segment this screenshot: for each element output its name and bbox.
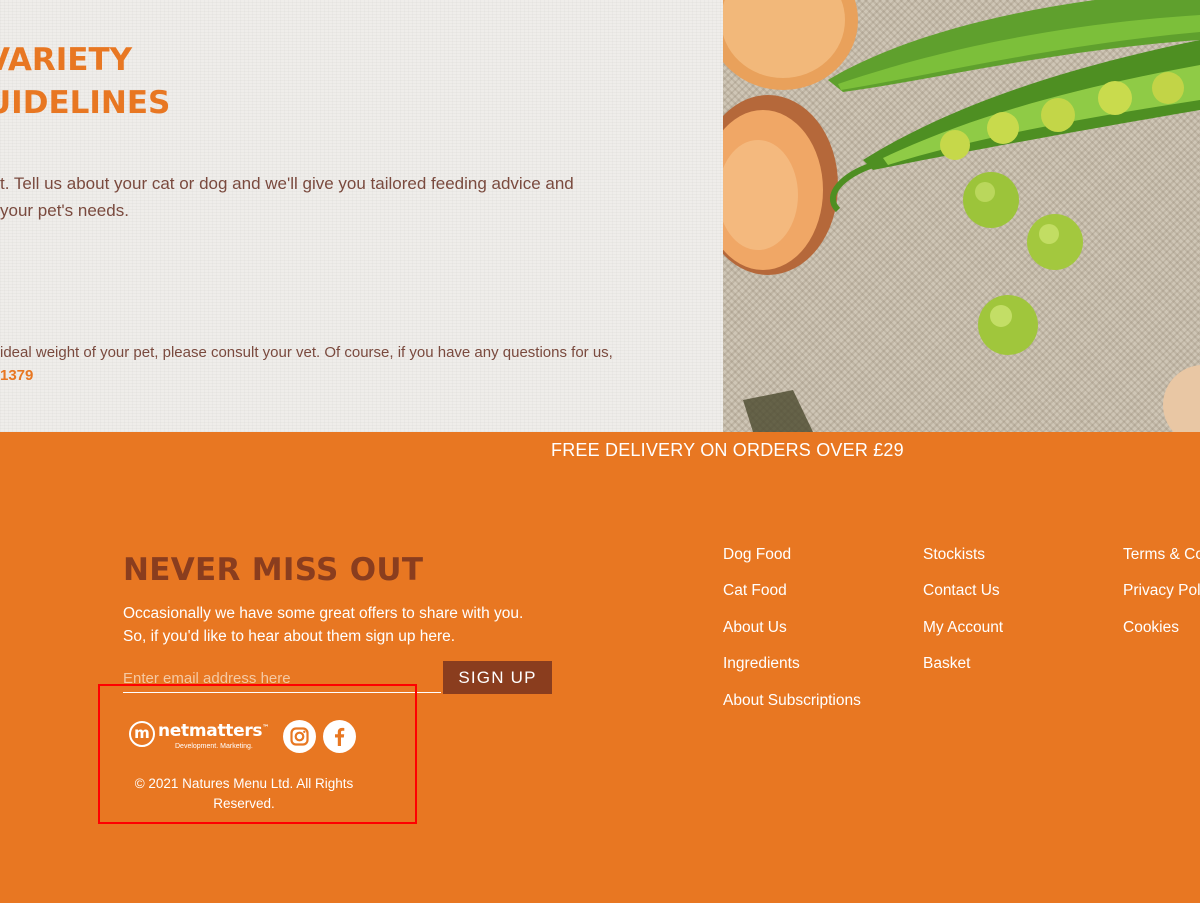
netmatters-mark-icon: m xyxy=(129,721,155,747)
newsletter-title: NEVER MISS OUT xyxy=(123,552,424,588)
delivery-banner-text: FREE DELIVERY ON ORDERS OVER £29 xyxy=(551,440,904,460)
sweet-potato-peas-illustration xyxy=(698,0,1200,432)
footer-link-privacy[interactable]: Privacy Poli xyxy=(1123,582,1200,600)
hero-section: VARIETY UIDELINES t. Tell us about your … xyxy=(0,0,1200,432)
copyright-line1: © 2021 Natures Menu Ltd. All Rights xyxy=(134,776,354,791)
hero-heading-line1: VARIETY xyxy=(0,42,133,78)
instagram-icon[interactable] xyxy=(283,720,316,753)
footer-link-ingredients[interactable]: Ingredients xyxy=(723,655,800,673)
facebook-icon[interactable] xyxy=(323,720,356,753)
newsletter-copy-line1: Occasionally we have some great offers t… xyxy=(123,605,524,622)
phone-number-link[interactable]: 1379 xyxy=(0,367,33,384)
newsletter-copy-line2: So, if you'd like to hear about them sig… xyxy=(123,628,456,645)
hero-body-line2: your pet's needs. xyxy=(0,201,129,220)
hero-note-line1: ideal weight of your pet, please consult… xyxy=(0,344,613,361)
footer-link-stockists[interactable]: Stockists xyxy=(923,546,985,564)
hero-text-panel: VARIETY UIDELINES t. Tell us about your … xyxy=(0,0,723,432)
footer-link-about-subscriptions[interactable]: About Subscriptions xyxy=(723,692,861,710)
footer-link-cat-food[interactable]: Cat Food xyxy=(723,582,787,600)
copyright-line2: Reserved. xyxy=(213,796,275,811)
footer-link-basket[interactable]: Basket xyxy=(923,655,970,673)
hero-heading-line2: UIDELINES xyxy=(0,85,171,121)
footer-link-terms[interactable]: Terms & Co xyxy=(1123,546,1200,564)
footer-link-my-account[interactable]: My Account xyxy=(923,619,1003,637)
netmatters-tagline: Development. Marketing. xyxy=(175,743,253,750)
signup-button[interactable]: SIGN UP xyxy=(443,661,552,694)
hero-body-line1: t. Tell us about your cat or dog and we'… xyxy=(0,174,574,193)
footer-link-cookies[interactable]: Cookies xyxy=(1123,619,1179,637)
footer-link-about-us[interactable]: About Us xyxy=(723,619,787,637)
hero-food-image xyxy=(698,0,1200,432)
netmatters-logo[interactable]: m netmatters™ Development. Marketing. xyxy=(129,719,275,755)
copyright-text: © 2021 Natures Menu Ltd. All Rights Rese… xyxy=(128,774,360,814)
footer-link-dog-food[interactable]: Dog Food xyxy=(723,546,791,564)
footer-link-contact-us[interactable]: Contact Us xyxy=(923,582,1000,600)
netmatters-wordmark: netmatters™ xyxy=(158,721,269,741)
